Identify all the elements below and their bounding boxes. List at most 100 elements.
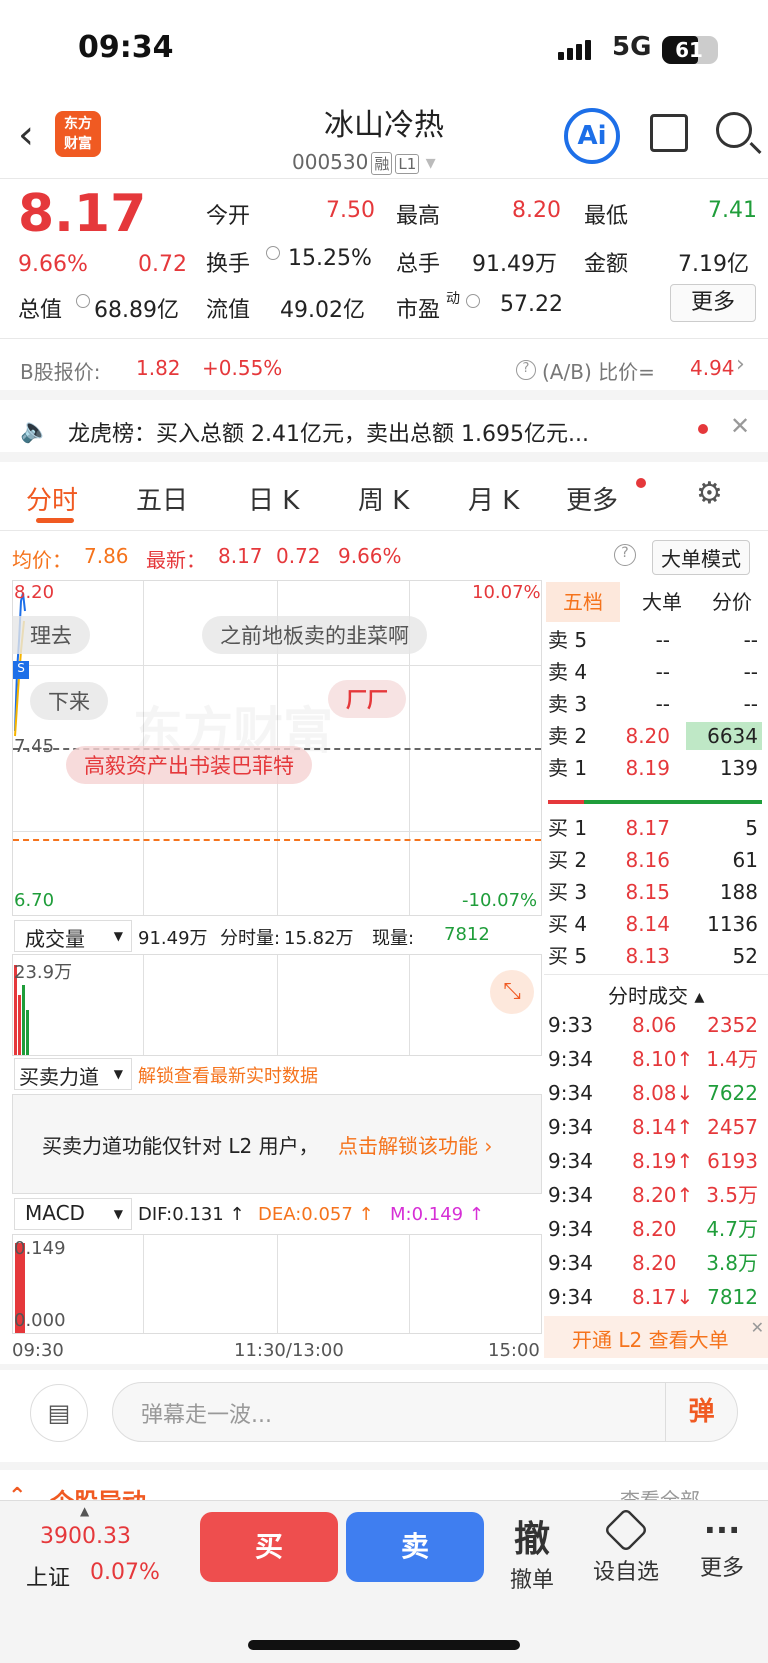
- open-label: 今开: [206, 204, 251, 229]
- danmaku-input[interactable]: 弹幕走一波... 弹: [112, 1382, 738, 1442]
- macd-m: M:0.149 ↑: [390, 1204, 484, 1225]
- info-icon[interactable]: [466, 294, 480, 308]
- latest-value: 8.17: [218, 544, 263, 568]
- trade-volume: 3.8万: [706, 1251, 758, 1275]
- notice-text[interactable]: 龙虎榜：买入总额 2.41亿元，卖出总额 1.695亿元...: [68, 416, 668, 448]
- search-icon[interactable]: [716, 112, 752, 148]
- l2-banner[interactable]: 开通 L2 查看大单 ✕: [544, 1316, 768, 1358]
- help-icon[interactable]: ?: [614, 544, 636, 566]
- tab-3[interactable]: 周 K: [358, 480, 409, 517]
- force-selector[interactable]: 买卖力道 ▼: [14, 1058, 132, 1090]
- divider: [0, 530, 768, 531]
- expand-icon[interactable]: ⤡: [490, 970, 534, 1014]
- macd-selector[interactable]: MACD ▼: [14, 1198, 132, 1230]
- chevron-right-icon[interactable]: ›: [736, 352, 745, 377]
- big-order-mode-button[interactable]: 大单模式: [652, 540, 750, 575]
- tab-4[interactable]: 月 K: [468, 480, 519, 517]
- depth-row[interactable]: 卖 2 8.20 6634: [548, 720, 762, 752]
- depth-level: 卖 5: [548, 628, 588, 652]
- depth-level: 买 5: [548, 944, 588, 968]
- volume-fen-label: 分时量:: [220, 928, 281, 949]
- depth-row[interactable]: 买 3 8.15 188: [548, 876, 762, 908]
- trade-time: 9:34: [548, 1047, 593, 1071]
- more-button[interactable]: 更多: [670, 284, 756, 322]
- trade-price: 8.08↓: [632, 1081, 694, 1105]
- volume-value: 91.49万: [472, 252, 557, 277]
- dropdown-icon: ▼: [113, 1067, 123, 1081]
- tab-indicator: [36, 518, 74, 523]
- axis-bottom: 6.70: [14, 890, 55, 911]
- bshare-pct: +0.55%: [202, 356, 283, 380]
- dropdown-icon: ▼: [113, 1207, 123, 1221]
- tab-0[interactable]: 分时: [26, 480, 78, 517]
- depth-row[interactable]: 卖 3 -- --: [548, 688, 762, 720]
- depth-price: 8.14: [625, 912, 670, 936]
- tab-5[interactable]: 更多: [566, 480, 618, 517]
- trade-row: 9:34 8.10↑ 1.4万: [548, 1042, 762, 1076]
- trades-title[interactable]: 分时成交 ▴: [608, 980, 704, 1009]
- force-unlock-cta[interactable]: 点击解锁该功能 ›: [338, 1130, 492, 1159]
- latest-label: 最新：: [146, 548, 206, 572]
- macd-chart[interactable]: [12, 1234, 542, 1334]
- tab-price-dist[interactable]: 分价: [698, 582, 766, 622]
- trade-row: 9:34 8.20↑ 3.5万: [548, 1178, 762, 1212]
- cancel-icon: 撤: [513, 1519, 550, 1560]
- help-icon[interactable]: ?: [516, 360, 536, 380]
- volume-chart[interactable]: [12, 954, 542, 1056]
- force-unlock-link[interactable]: 解锁查看最新实时数据: [138, 1062, 318, 1088]
- buy-button[interactable]: 买: [200, 1512, 338, 1582]
- depth-price: 8.16: [625, 848, 670, 872]
- danmaku-bubble: 下来: [30, 682, 108, 720]
- sell-button[interactable]: 卖: [346, 1512, 484, 1582]
- axis-top-pct: 10.07%: [472, 582, 541, 603]
- more-menu-button[interactable]: ··· 更多: [690, 1510, 754, 1582]
- cancel-order-button[interactable]: 撤撤单: [500, 1510, 564, 1594]
- tab-more-dot: [636, 478, 646, 488]
- index-value[interactable]: 3900.33: [40, 1524, 131, 1549]
- depth-volume: 6634: [707, 724, 758, 748]
- settings-icon[interactable]: ⚙: [696, 476, 723, 511]
- ai-button[interactable]: Ai: [564, 108, 620, 164]
- divider: [0, 338, 768, 339]
- depth-row[interactable]: 买 4 8.14 1136: [548, 908, 762, 940]
- pe-label: 市盈: [396, 298, 441, 323]
- axis-mid: 7.45: [14, 736, 55, 757]
- info-icon[interactable]: [76, 294, 90, 308]
- chevron-up-icon: ⌃: [8, 1484, 27, 1500]
- depth-price: 8.13: [625, 944, 670, 968]
- depth-volume: 61: [732, 848, 758, 872]
- depth-row[interactable]: 买 5 8.13 52: [548, 940, 762, 972]
- depth-row[interactable]: 卖 4 -- --: [548, 656, 762, 688]
- info-icon[interactable]: [266, 246, 280, 260]
- note-icon[interactable]: ▤: [30, 1384, 88, 1442]
- float-mcap-value: 49.02亿: [280, 298, 365, 323]
- trade-volume: 2352: [707, 1013, 758, 1037]
- section-gap: [0, 1364, 768, 1370]
- add-favorite-button[interactable]: 设自选: [586, 1507, 666, 1586]
- macd-dea: DEA:0.057 ↑: [258, 1204, 374, 1225]
- macd-bottom: 0.000: [14, 1310, 66, 1331]
- volume-selector[interactable]: 成交量 ▼: [14, 920, 132, 952]
- tab-2[interactable]: 日 K: [248, 480, 299, 517]
- volume-label: 总手: [396, 252, 441, 277]
- tab-big-orders[interactable]: 大单: [628, 582, 696, 622]
- volume-max: 23.9万: [14, 962, 73, 983]
- share-icon[interactable]: [650, 114, 688, 152]
- network-label: 5G: [612, 32, 652, 62]
- close-icon[interactable]: ✕: [730, 412, 750, 440]
- trade-volume: 6193: [707, 1149, 758, 1173]
- depth-row[interactable]: 买 2 8.16 61: [548, 844, 762, 876]
- section-more[interactable]: 查看全部: [620, 1484, 700, 1500]
- depth-row[interactable]: 卖 5 -- --: [548, 624, 762, 656]
- depth-row[interactable]: 买 1 8.17 5: [548, 812, 762, 844]
- stock-code-row[interactable]: 000530 融 L1 ▾: [292, 150, 436, 175]
- tab-five-levels[interactable]: 五档: [546, 582, 620, 622]
- section-header[interactable]: ⌃ 个股异动 查看全部: [0, 1470, 768, 1500]
- ratio-label: (A/B) 比价=: [542, 360, 655, 384]
- close-icon[interactable]: ✕: [751, 1318, 764, 1337]
- tab-1[interactable]: 五日: [136, 480, 188, 517]
- danmaku-send-button[interactable]: 弹: [665, 1383, 737, 1441]
- depth-row[interactable]: 卖 1 8.19 139: [548, 752, 762, 784]
- trade-row: 9:34 8.08↓ 7622: [548, 1076, 762, 1110]
- axis-top: 8.20: [14, 582, 55, 603]
